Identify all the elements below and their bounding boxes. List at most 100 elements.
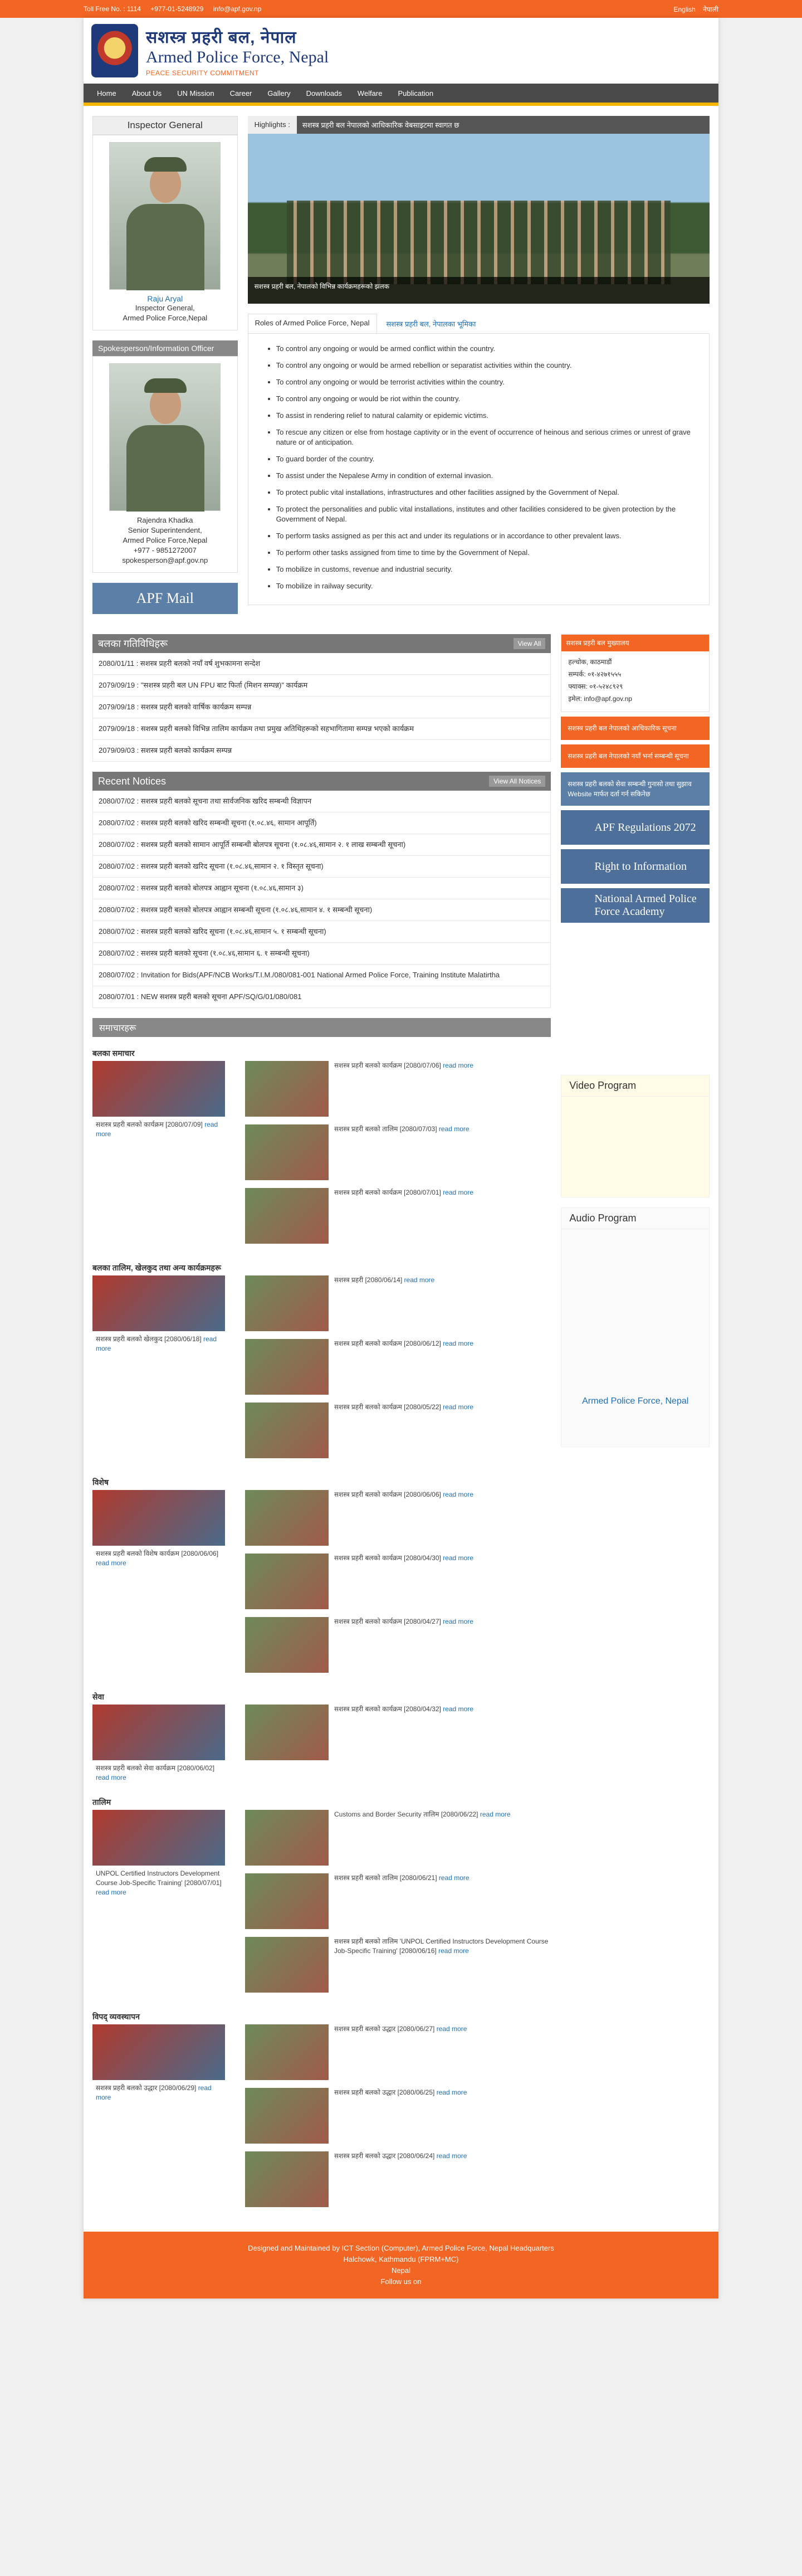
read-more-link[interactable]: read more: [438, 1947, 469, 1955]
list-item[interactable]: सशस्त्र प्रहरी बलको तालिम 'UNPOL Certifi…: [245, 1937, 551, 1993]
highlights-ticker[interactable]: सशस्त्र प्रहरी बल नेपालको आधिकारिक वेबसा…: [297, 120, 465, 130]
hq-line[interactable]: इमेल: info@apf.gov.np: [568, 693, 702, 705]
news-image[interactable]: [92, 1810, 225, 1866]
nav-publication[interactable]: Publication: [390, 89, 441, 98]
activity-row[interactable]: 2080/01/11 : सशस्त्र प्रहरी बलको नयाँ वर…: [92, 653, 551, 675]
list-item[interactable]: सशस्त्र प्रहरी बलको कार्यक्रम [2080/04/3…: [245, 1554, 551, 1609]
nav-about[interactable]: About Us: [124, 89, 169, 98]
read-more-link[interactable]: read more: [443, 1618, 473, 1625]
notice-row[interactable]: 2080/07/02 : Invitation for Bids(APF/NCB…: [92, 965, 551, 986]
tab-roles-np[interactable]: सशस्त्र प्रहरी बल, नेपालका भूमिका: [379, 314, 483, 333]
nav-career[interactable]: Career: [222, 89, 260, 98]
news-image[interactable]: [245, 2024, 329, 2080]
featured-news[interactable]: सशस्त्र प्रहरी बलको उद्धार [2080/06/29] …: [92, 2024, 225, 2215]
featured-news[interactable]: UNPOL Certified Instructors Development …: [92, 1810, 225, 2000]
read-more-link[interactable]: read more: [480, 1810, 511, 1818]
notice-row[interactable]: 2080/07/02 : सशस्त्र प्रहरी बलको बोलपत्र…: [92, 899, 551, 921]
activity-row[interactable]: 2079/09/19 : "सशस्त्र प्रहरी बल UN FPU ब…: [92, 675, 551, 697]
tab-roles-en[interactable]: Roles of Armed Police Force, Nepal: [247, 314, 377, 333]
list-item[interactable]: सशस्त्र प्रहरी बलको कार्यक्रम [2080/06/1…: [245, 1339, 551, 1395]
apf-mail-banner[interactable]: APF Mail: [92, 583, 238, 614]
list-item[interactable]: सशस्त्र प्रहरी बलको उद्धार [2080/06/24] …: [245, 2151, 551, 2207]
video-program[interactable]: Video Program: [561, 1075, 710, 1197]
ig-name[interactable]: Raju Aryal: [100, 294, 231, 303]
notice-row[interactable]: 2080/07/02 : सशस्त्र प्रहरी बलको खरिद सू…: [92, 921, 551, 943]
read-more-link[interactable]: read more: [439, 1874, 470, 1882]
list-item[interactable]: सशस्त्र प्रहरी बलको कार्यक्रम [2080/06/0…: [245, 1490, 551, 1546]
list-item[interactable]: सशस्त्र प्रहरी बलको कार्यक्रम [2080/04/2…: [245, 1617, 551, 1673]
list-item[interactable]: सशस्त्र प्रहरी बलको कार्यक्रम [2080/04/3…: [245, 1705, 551, 1760]
notice-banner-1[interactable]: सशस्त्र प्रहरी बल नेपालको आधिकारिक सूचना: [561, 717, 710, 740]
notice-row[interactable]: 2080/07/02 : सशस्त्र प्रहरी बलको बोलपत्र…: [92, 878, 551, 899]
read-more-link[interactable]: read more: [96, 1888, 126, 1896]
news-image[interactable]: [92, 2024, 225, 2080]
read-more-link[interactable]: read more: [437, 2088, 467, 2096]
read-more-link[interactable]: read more: [439, 1125, 470, 1133]
list-item[interactable]: सशस्त्र प्रहरी [2080/06/14] read more: [245, 1275, 551, 1331]
nav-downloads[interactable]: Downloads: [299, 89, 350, 98]
news-image[interactable]: [245, 1061, 329, 1117]
news-image[interactable]: [92, 1490, 225, 1546]
list-item[interactable]: सशस्त्र प्रहरी बलको उद्धार [2080/06/25] …: [245, 2088, 551, 2144]
read-more-link[interactable]: read more: [443, 1061, 473, 1069]
academy-banner[interactable]: National Armed Police Force Academy: [561, 888, 710, 923]
activity-row[interactable]: 2079/09/18 : सशस्त्र प्रहरी बलको वार्षिक…: [92, 697, 551, 718]
news-image[interactable]: [245, 1554, 329, 1609]
news-image[interactable]: [92, 1705, 225, 1760]
read-more-link[interactable]: read more: [404, 1276, 435, 1284]
news-image[interactable]: [245, 1124, 329, 1180]
read-more-link[interactable]: read more: [443, 1491, 473, 1498]
lang-english[interactable]: English: [673, 6, 695, 13]
news-image[interactable]: [245, 1275, 329, 1331]
apf-logo[interactable]: [91, 24, 138, 77]
list-item[interactable]: सशस्त्र प्रहरी बलको कार्यक्रम [2080/07/0…: [245, 1061, 551, 1117]
read-more-link[interactable]: read more: [437, 2152, 467, 2160]
nav-un-mission[interactable]: UN Mission: [169, 89, 222, 98]
photo-slider[interactable]: सशस्त्र प्रहरी बल, नेपालको विभिन्न कार्य…: [247, 134, 710, 304]
nav-welfare[interactable]: Welfare: [350, 89, 390, 98]
list-item[interactable]: Customs and Border Security तालिम [2080/…: [245, 1810, 551, 1866]
notice-row[interactable]: 2080/07/02 : सशस्त्र प्रहरी बलको खरिद सम…: [92, 812, 551, 834]
news-image[interactable]: [245, 1617, 329, 1673]
lang-nepali[interactable]: नेपाली: [703, 6, 718, 13]
notice-row[interactable]: 2080/07/02 : सशस्त्र प्रहरी बलको सूचना (…: [92, 943, 551, 965]
audio-program[interactable]: Audio Program Armed Police Force, Nepal: [561, 1207, 710, 1447]
news-image[interactable]: [92, 1275, 225, 1331]
list-item[interactable]: सशस्त्र प्रहरी बलको तालिम [2080/06/21] r…: [245, 1873, 551, 1929]
featured-news[interactable]: सशस्त्र प्रहरी बलको सेवा कार्यक्रम [2080…: [92, 1705, 225, 1786]
news-image[interactable]: [245, 1705, 329, 1760]
featured-news[interactable]: सशस्त्र प्रहरी बलको कार्यक्रम [2080/07/0…: [92, 1061, 225, 1252]
read-more-link[interactable]: read more: [96, 1774, 126, 1781]
spokes-email[interactable]: spokesperson@apf.gov.np: [100, 556, 231, 566]
news-image[interactable]: [245, 1490, 329, 1546]
list-item[interactable]: सशस्त्र प्रहरी बलको तालिम [2080/07/03] r…: [245, 1124, 551, 1180]
notice-row[interactable]: 2080/07/02 : सशस्त्र प्रहरी बलको सामान आ…: [92, 834, 551, 856]
read-more-link[interactable]: read more: [443, 1189, 473, 1196]
news-image[interactable]: [245, 1810, 329, 1866]
list-item[interactable]: सशस्त्र प्रहरी बलको कार्यक्रम [2080/05/2…: [245, 1403, 551, 1458]
list-item[interactable]: सशस्त्र प्रहरी बलको उद्धार [2080/06/27] …: [245, 2024, 551, 2080]
notice-banner-2[interactable]: सशस्त्र प्रहरी बल नेपालको नयाँ भर्ना सम्…: [561, 744, 710, 768]
featured-news[interactable]: सशस्त्र प्रहरी बलको विशेष कार्यक्रम [208…: [92, 1490, 225, 1681]
facebook-link[interactable]: Armed Police Force, Nepal: [561, 1396, 709, 1406]
email-link[interactable]: info@apf.gov.np: [213, 5, 262, 13]
activity-row[interactable]: 2079/09/03 : सशस्त्र प्रहरी बलको कार्यक्…: [92, 740, 551, 762]
news-image[interactable]: [245, 2151, 329, 2207]
read-more-link[interactable]: read more: [443, 1554, 473, 1562]
nav-gallery[interactable]: Gallery: [260, 89, 298, 98]
rti-banner[interactable]: Right to Information: [561, 849, 710, 884]
news-image[interactable]: [245, 1873, 329, 1929]
news-image[interactable]: [245, 1188, 329, 1244]
activities-view-all[interactable]: View All: [513, 638, 546, 649]
read-more-link[interactable]: read more: [443, 1340, 473, 1347]
list-item[interactable]: सशस्त्र प्रहरी बलको कार्यक्रम [2080/07/0…: [245, 1188, 551, 1244]
notice-row[interactable]: 2080/07/01 : NEW सशस्त्र प्रहरी बलको सूच…: [92, 986, 551, 1008]
regulations-banner[interactable]: APF Regulations 2072: [561, 810, 710, 845]
nav-home[interactable]: Home: [89, 89, 124, 98]
featured-news[interactable]: सशस्त्र प्रहरी बलको खेलकुद [2080/06/18] …: [92, 1275, 225, 1466]
read-more-link[interactable]: read more: [96, 1559, 126, 1567]
news-image[interactable]: [245, 1403, 329, 1458]
news-image[interactable]: [245, 1339, 329, 1395]
notices-view-all[interactable]: View All Notices: [489, 776, 546, 787]
news-image[interactable]: [245, 2088, 329, 2144]
